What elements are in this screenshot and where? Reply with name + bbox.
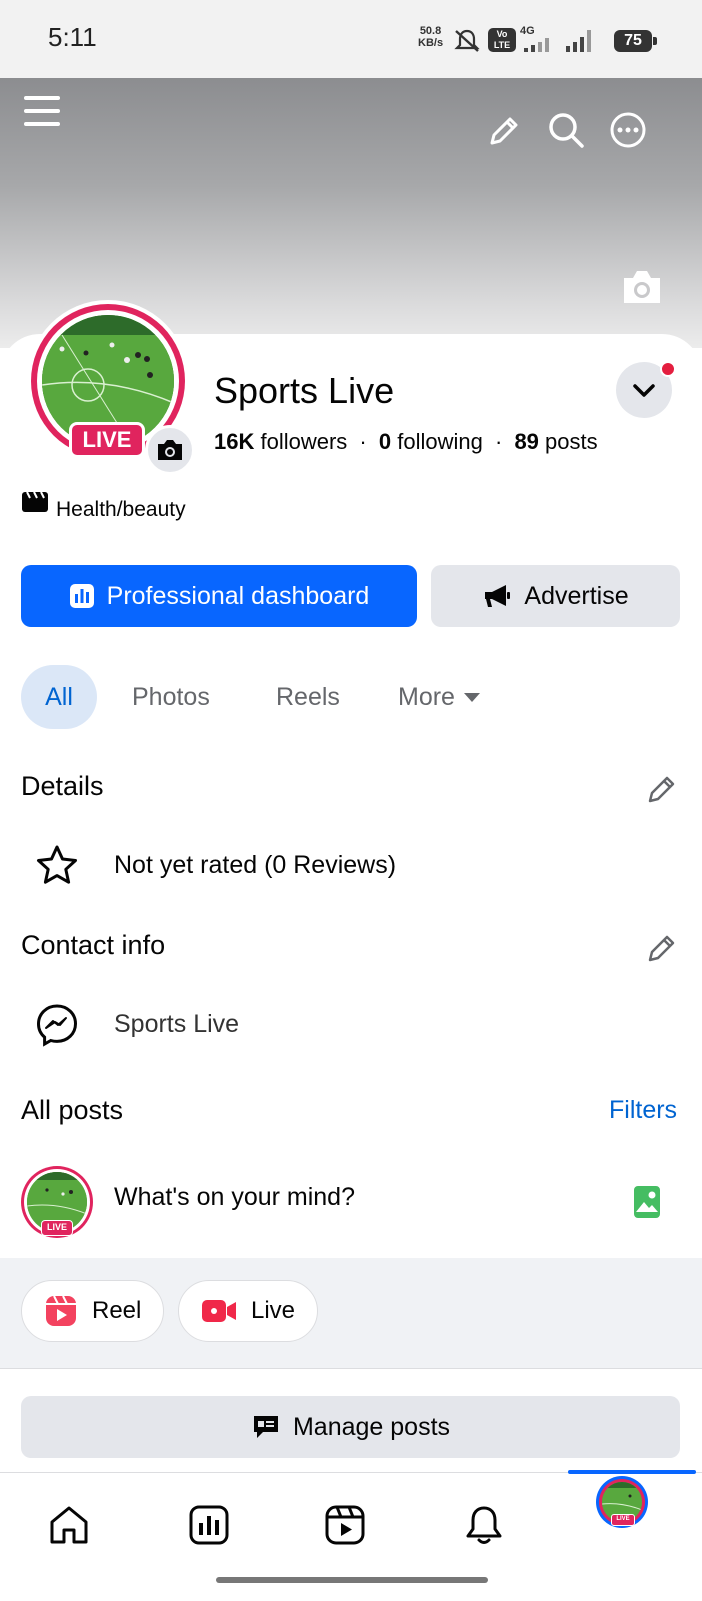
signal-strength-1-icon xyxy=(524,38,560,52)
network-speed-unit: KB/s xyxy=(418,37,444,49)
avatar-camera-button[interactable] xyxy=(145,425,195,475)
divider xyxy=(0,1368,702,1369)
stats-separator: · xyxy=(494,429,503,454)
tab-reels[interactable]: Reels xyxy=(276,665,340,729)
notification-dot xyxy=(660,361,676,377)
more-options-icon[interactable] xyxy=(609,111,647,149)
cover-camera-icon[interactable] xyxy=(620,268,664,306)
tab-photos[interactable]: Photos xyxy=(132,665,210,729)
menu-icon[interactable] xyxy=(22,93,62,129)
edit-details-icon[interactable] xyxy=(645,772,679,806)
camera-icon xyxy=(158,440,182,460)
composer-live-badge: LIVE xyxy=(41,1220,73,1236)
status-bar: 5:11 50.8 KB/s Vo LTE 4G 75 xyxy=(0,0,702,78)
network-type: 4G xyxy=(520,25,535,37)
signal-strength-2-icon xyxy=(566,30,596,52)
reel-icon xyxy=(46,1295,76,1326)
live-badge: LIVE xyxy=(69,422,145,458)
dashboard-icon xyxy=(69,584,94,608)
caret-down-icon xyxy=(463,693,480,702)
tab-more-label: More xyxy=(398,683,455,711)
clapperboard-icon xyxy=(22,491,48,512)
live-video-icon xyxy=(202,1300,236,1322)
manage-posts-label: Manage posts xyxy=(292,1412,451,1441)
nav-home[interactable] xyxy=(44,1500,94,1550)
contact-info-title: Contact info xyxy=(21,930,166,960)
photo-icon[interactable] xyxy=(633,1185,661,1219)
professional-dashboard-button[interactable]: Professional dashboard xyxy=(21,565,417,627)
reel-label: Reel xyxy=(92,1297,142,1324)
posts-label: posts xyxy=(545,429,598,454)
nav-video[interactable] xyxy=(320,1500,370,1550)
composer-input[interactable]: What's on your mind? xyxy=(114,1183,355,1212)
volte-badge: Vo LTE xyxy=(488,28,516,52)
messenger-contact[interactable]: Sports Live xyxy=(114,1010,239,1039)
network-speed: 50.8 KB/s xyxy=(418,25,443,49)
manage-posts-button[interactable]: Manage posts xyxy=(21,1396,680,1458)
live-label: Live xyxy=(251,1297,296,1324)
stats-separator: · xyxy=(359,429,367,454)
megaphone-icon xyxy=(485,585,511,607)
nav-live-badge: LIVE xyxy=(611,1514,635,1526)
edit-contact-icon[interactable] xyxy=(645,931,679,965)
following-label[interactable]: following xyxy=(397,429,483,454)
posts-count: 89 xyxy=(514,429,539,454)
details-title: Details xyxy=(21,771,104,801)
advertise-button[interactable]: Advertise xyxy=(431,565,680,627)
profile-stats: 16K followers · 0 following · 89 posts xyxy=(214,429,598,455)
following-count[interactable]: 0 xyxy=(379,429,391,454)
tab-all[interactable]: All xyxy=(21,665,97,729)
page-title: Sports Live xyxy=(214,370,395,411)
professional-dashboard-label: Professional dashboard xyxy=(106,581,370,610)
search-icon[interactable] xyxy=(547,111,585,149)
edit-pencil-icon[interactable] xyxy=(486,113,522,149)
create-reel-button[interactable]: Reel xyxy=(21,1280,165,1342)
bell-icon xyxy=(466,1506,502,1544)
all-posts-title: All posts xyxy=(21,1095,124,1125)
star-icon xyxy=(37,845,77,884)
rating-text: Not yet rated (0 Reviews) xyxy=(114,851,397,879)
followers-label[interactable]: followers xyxy=(260,429,347,454)
followers-count[interactable]: 16K xyxy=(214,429,254,454)
messenger-icon xyxy=(36,1004,78,1047)
nav-notifications[interactable] xyxy=(459,1500,509,1550)
system-home-indicator[interactable] xyxy=(216,1577,488,1583)
status-time: 5:11 xyxy=(48,22,97,52)
go-live-button[interactable]: Live xyxy=(178,1280,319,1342)
filters-link[interactable]: Filters xyxy=(609,1096,677,1125)
tab-more[interactable]: More xyxy=(398,665,481,729)
home-icon xyxy=(50,1506,88,1544)
dashboard-nav-icon xyxy=(189,1505,229,1545)
muted-bell-icon xyxy=(454,29,480,52)
category-label: Health/beauty xyxy=(56,498,186,521)
nav-profile[interactable]: LIVE xyxy=(596,1476,648,1528)
nav-active-indicator xyxy=(568,1470,696,1474)
battery-indicator: 75 xyxy=(614,30,657,52)
video-icon xyxy=(325,1505,365,1545)
advertise-label: Advertise xyxy=(524,581,629,610)
nav-dashboard[interactable] xyxy=(184,1500,234,1550)
network-speed-value: 50.8 xyxy=(419,25,442,37)
manage-posts-icon xyxy=(253,1416,278,1438)
